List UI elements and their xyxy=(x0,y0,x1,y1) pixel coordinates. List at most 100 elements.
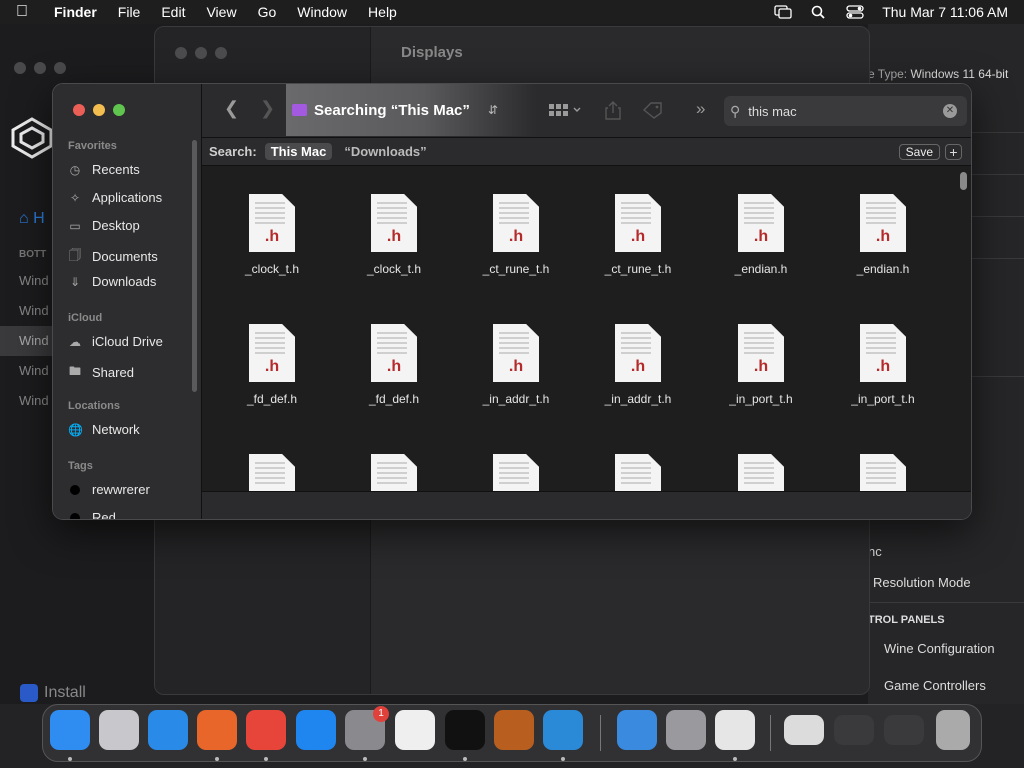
sidebar-tag-rewwrerer[interactable]: rewwrerer xyxy=(68,482,150,497)
sidebar-item-network[interactable]: 🌐 Network xyxy=(68,422,140,437)
file-item[interactable]: .h _clock_t.h xyxy=(339,194,449,276)
wine-configuration-item[interactable]: Wine Configuration xyxy=(884,641,1024,656)
minimize-button[interactable] xyxy=(93,104,105,116)
sidebar-scrollbar[interactable] xyxy=(192,140,197,392)
install-button[interactable]: Install xyxy=(20,684,86,702)
launchpad-icon[interactable] xyxy=(99,710,139,750)
sidebar-tag-red[interactable]: Red xyxy=(68,510,116,519)
background-bottle-item[interactable]: Wind xyxy=(0,356,60,386)
more-toolbar-items-icon[interactable]: » xyxy=(696,99,705,119)
background-bottle-item-selected[interactable]: Wind xyxy=(0,326,60,356)
file-item[interactable]: .h _in_addr_t.h xyxy=(461,324,571,406)
file-item[interactable]: .h _in_port_t.h xyxy=(828,324,938,406)
file-item-partial[interactable] xyxy=(339,454,449,492)
weather-icon[interactable] xyxy=(617,710,657,750)
clear-search-icon[interactable]: ✕ xyxy=(943,104,957,118)
background-home-item[interactable]: ⌂ H xyxy=(0,204,60,234)
file-name: _clock_t.h xyxy=(366,262,422,276)
sidebar-item-applications[interactable]: ✧ Applications xyxy=(68,190,162,205)
file-item-partial[interactable] xyxy=(583,454,693,492)
chrome-icon[interactable] xyxy=(246,710,286,750)
back-arrow-icon[interactable]: ❮ xyxy=(224,98,239,119)
header-file-icon: .h xyxy=(860,324,906,382)
menu-go[interactable]: Go xyxy=(258,4,277,20)
sidebar-item-icloud-drive[interactable]: ☁ iCloud Drive xyxy=(68,334,163,349)
save-search-button[interactable]: Save xyxy=(898,144,940,160)
file-item[interactable]: .h _endian.h xyxy=(706,194,816,276)
screen-mirroring-icon[interactable] xyxy=(774,5,792,19)
header-file-icon: .h xyxy=(615,194,661,252)
header-file-icon xyxy=(249,454,295,492)
file-item[interactable]: .h _in_addr_t.h xyxy=(583,324,693,406)
search-scope-label: Search: xyxy=(209,144,257,159)
sidebar-item-documents[interactable]: 🗍 Documents xyxy=(68,246,158,267)
sidebar-item-downloads[interactable]: ⇓ Downloads xyxy=(68,274,156,289)
file-item[interactable]: .h _in_port_t.h xyxy=(706,324,816,406)
control-center-icon[interactable] xyxy=(846,5,864,19)
file-item[interactable]: .h _fd_def.h xyxy=(339,324,449,406)
close-button[interactable] xyxy=(73,104,85,116)
menu-file[interactable]: File xyxy=(118,4,141,20)
game-controllers-item[interactable]: Game Controllers xyxy=(884,678,1024,693)
content-scrollbar[interactable] xyxy=(960,172,967,190)
desktop-icon: ▭ xyxy=(69,218,81,233)
add-criteria-button[interactable]: + xyxy=(945,144,962,160)
background-bottle-item[interactable]: Wind xyxy=(0,266,60,296)
spotlight-search-icon[interactable] xyxy=(810,5,828,19)
recent-window-3-icon[interactable] xyxy=(884,715,924,745)
menu-app-name[interactable]: Finder xyxy=(54,4,97,20)
sidebar-item-desktop[interactable]: ▭ Desktop xyxy=(68,218,139,233)
zoom-button[interactable] xyxy=(113,104,125,116)
search-field[interactable]: ⚲ ✕ xyxy=(724,96,967,126)
chevron-updown-icon[interactable]: ⇵ xyxy=(488,103,498,117)
header-file-icon xyxy=(615,454,661,492)
terminal-icon[interactable] xyxy=(445,710,485,750)
scope-this-mac-button[interactable]: This Mac xyxy=(264,143,333,160)
instruments-icon[interactable] xyxy=(494,710,534,750)
forward-arrow-icon[interactable]: ❯ xyxy=(260,98,275,119)
textedit-icon[interactable] xyxy=(395,710,435,750)
header-file-icon: .h xyxy=(860,194,906,252)
system-settings-icon[interactable]: 1 xyxy=(345,706,389,750)
menu-help[interactable]: Help xyxy=(368,4,397,20)
file-item-partial[interactable] xyxy=(217,454,327,492)
file-name: _endian.h xyxy=(734,262,788,276)
details-row-resolution[interactable]: Resolution Mode xyxy=(873,575,1024,590)
running-indicator xyxy=(561,757,565,761)
boot-camp-icon[interactable] xyxy=(666,710,706,750)
menu-clock[interactable]: Thu Mar 7 11:06 AM xyxy=(882,4,1008,20)
safari-icon[interactable] xyxy=(148,710,188,750)
search-input[interactable] xyxy=(748,103,929,119)
file-item[interactable]: .h _fd_def.h xyxy=(217,324,327,406)
file-item-partial[interactable] xyxy=(706,454,816,492)
firefox-icon[interactable] xyxy=(197,710,237,750)
trash-icon[interactable] xyxy=(936,710,970,750)
tag-icon[interactable] xyxy=(642,101,664,119)
menu-view[interactable]: View xyxy=(206,4,236,20)
scope-downloads-button[interactable]: “Downloads” xyxy=(338,143,432,160)
file-item[interactable]: .h _clock_t.h xyxy=(217,194,327,276)
file-item[interactable]: .h _endian.h xyxy=(828,194,938,276)
sidebar-item-shared[interactable]: 🖿 Shared xyxy=(68,362,134,383)
background-bottle-item[interactable]: Wind xyxy=(0,386,60,416)
windows-version-row: e Type: Windows 11 64-bit xyxy=(868,67,1009,81)
view-options-icon[interactable] xyxy=(549,102,583,118)
recent-window-2-icon[interactable] xyxy=(834,715,874,745)
menu-window[interactable]: Window xyxy=(297,4,347,20)
background-bottle-item[interactable]: Wind xyxy=(0,296,60,326)
file-item[interactable]: .h _ct_rune_t.h xyxy=(461,194,571,276)
sidebar-item-recents[interactable]: ◷ Recents xyxy=(68,162,140,177)
finder-icon[interactable] xyxy=(50,710,90,750)
file-item[interactable]: .h _ct_rune_t.h xyxy=(583,194,693,276)
app-store-icon[interactable] xyxy=(296,710,336,750)
file-item-partial[interactable] xyxy=(828,454,938,492)
vscode-icon[interactable] xyxy=(543,710,583,750)
crossover-icon[interactable] xyxy=(715,710,755,750)
header-file-icon xyxy=(493,454,539,492)
finder-toolbar: ❮ ❯ Searching “This Mac” ⇵ » ⚲ ✕ xyxy=(202,84,971,138)
share-icon[interactable] xyxy=(604,100,622,120)
file-item-partial[interactable] xyxy=(461,454,571,492)
apple-menu-icon[interactable]:  xyxy=(16,3,28,21)
menu-edit[interactable]: Edit xyxy=(161,4,185,20)
recent-window-1-icon[interactable] xyxy=(784,715,824,745)
